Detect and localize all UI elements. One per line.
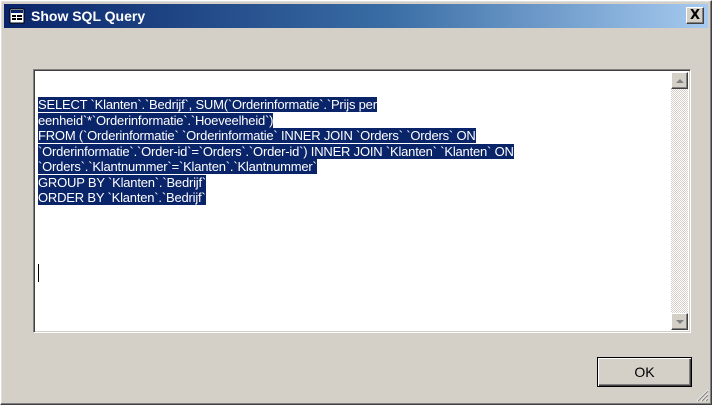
window-title: Show SQL Query: [31, 8, 146, 24]
sql-line: eenheid`*`Orderinformatie`.`Hoeveelheid`…: [38, 112, 274, 128]
close-button[interactable]: X: [686, 7, 704, 24]
show-sql-query-dialog: Show SQL Query X SELECT `Klanten`.`Bedri…: [0, 0, 712, 405]
ok-button[interactable]: OK: [597, 357, 692, 387]
sql-query-text: SELECT `Klanten`.`Bedrijf`, SUM(`Orderin…: [38, 97, 668, 206]
sql-line: FROM (`Orderinformatie` `Orderinformatie…: [38, 128, 476, 143]
sql-line: SELECT `Klanten`.`Bedrijf`, SUM(`Orderin…: [38, 97, 377, 112]
app-window-icon: [9, 8, 25, 24]
sql-line: GROUP BY `Klanten`.`Bedrijf`: [38, 174, 207, 190]
scroll-down-button[interactable]: [671, 313, 688, 330]
scroll-up-button[interactable]: [671, 72, 688, 89]
arrow-up-icon: [675, 78, 684, 83]
text-caret: [38, 264, 39, 282]
arrow-down-icon: [675, 319, 684, 324]
vertical-scrollbar[interactable]: [671, 72, 688, 330]
sql-line: ORDER BY `Klanten`.`Bedrijf`: [38, 190, 206, 205]
sql-query-textarea[interactable]: SELECT `Klanten`.`Bedrijf`, SUM(`Orderin…: [33, 69, 691, 333]
close-icon: X: [689, 8, 701, 23]
resize-grip-icon[interactable]: [696, 389, 709, 402]
title-bar[interactable]: Show SQL Query X: [4, 4, 708, 28]
sql-line: `Orderinformatie`.`Order-id`=`Orders`.`O…: [38, 143, 514, 159]
sql-line: `Orders`.`Klantnummer`=`Klanten`.`Klantn…: [38, 159, 317, 174]
